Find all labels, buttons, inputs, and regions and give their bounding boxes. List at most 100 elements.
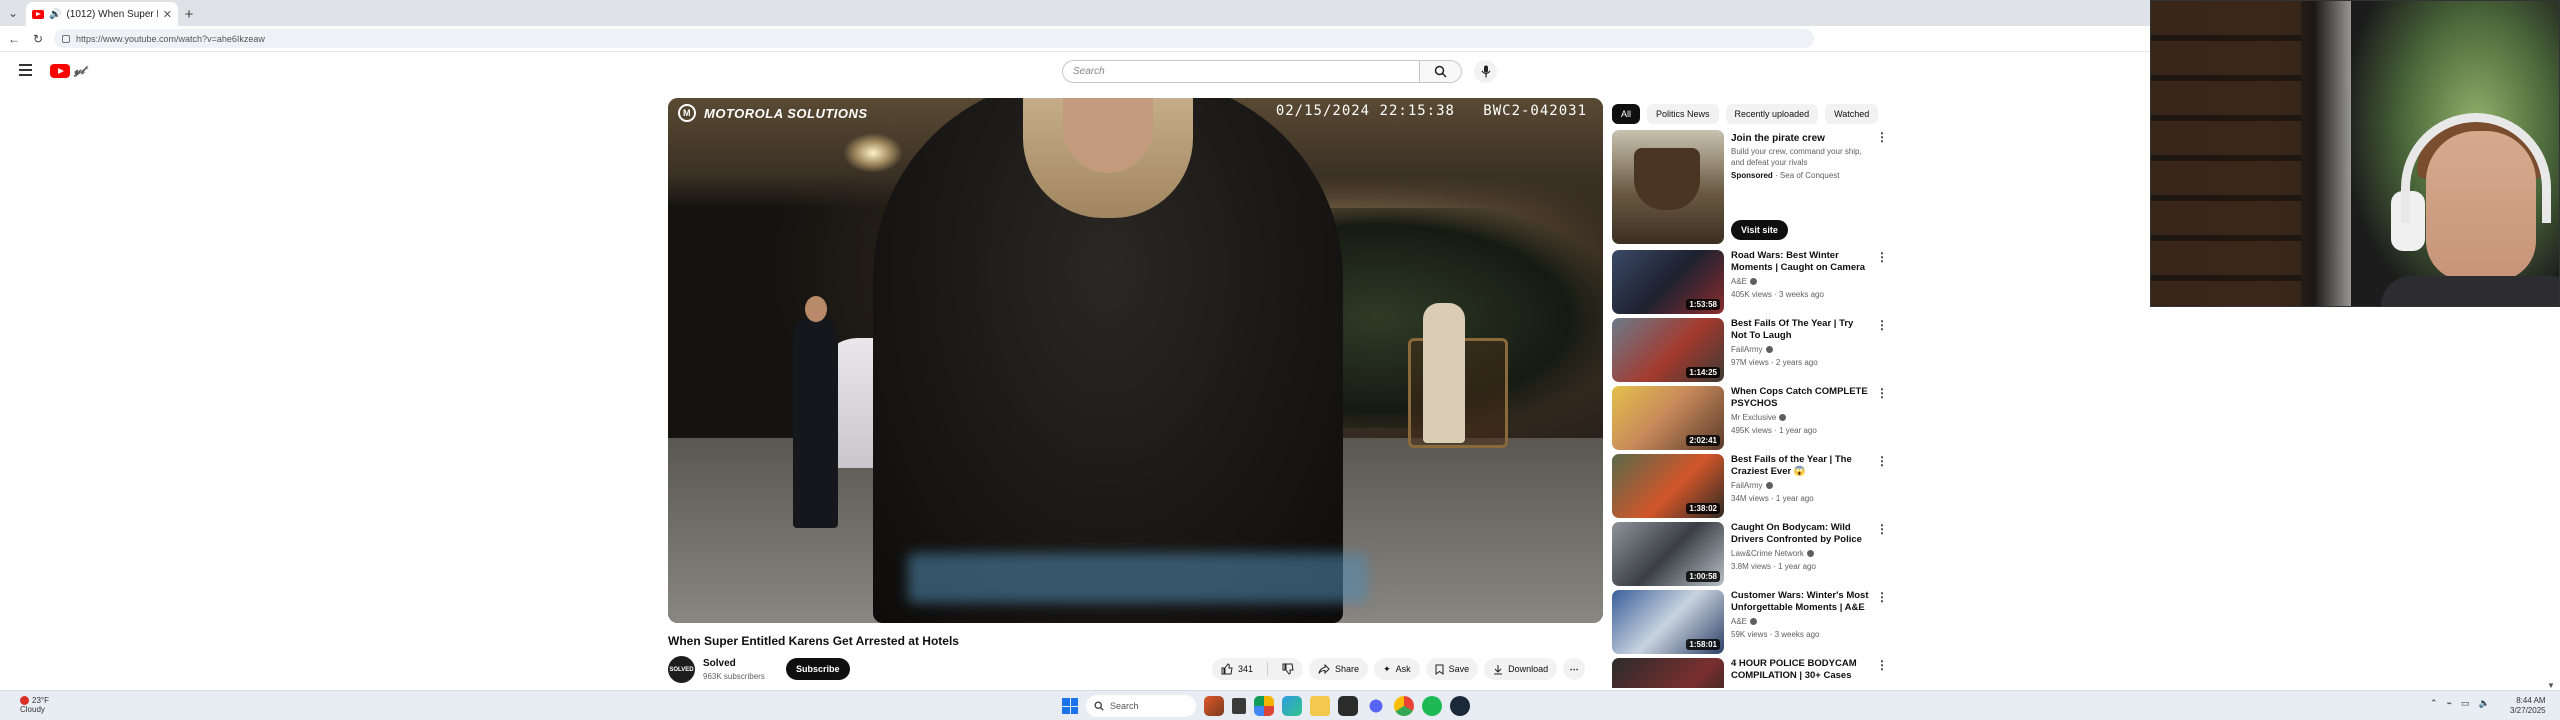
pirate-ship-image — [1634, 148, 1700, 210]
taskbar: 23°F Cloudy Search ⌃ ⌁ ▭ 🔈 8:44 AM 3/27/… — [0, 690, 2560, 720]
steam-icon[interactable] — [1450, 696, 1470, 716]
save-label: Save — [1448, 664, 1470, 674]
more-vert-icon[interactable]: ⋮ — [1876, 523, 1888, 535]
more-actions-button[interactable]: ⋯ — [1563, 658, 1586, 680]
chip-watched[interactable]: Watched — [1825, 104, 1879, 124]
video-channel[interactable]: A&E — [1731, 617, 1758, 626]
scroll-down-arrow-icon[interactable]: ▼ — [2547, 681, 2555, 690]
app-icon[interactable] — [1204, 696, 1224, 716]
recommended-video[interactable]: 1:14:25 Best Fails Of The Year | Try Not… — [1612, 318, 1892, 382]
video-title[interactable]: Caught On Bodycam: Wild Drivers Confront… — [1731, 522, 1871, 546]
usb-icon[interactable]: ⌁ — [2447, 698, 2452, 709]
clock[interactable]: 8:44 AM 3/27/2025 — [2510, 696, 2546, 716]
download-button[interactable]: Download — [1484, 658, 1558, 680]
video-player[interactable]: M MOTOROLA SOLUTIONS 02/15/2024 22:15:38… — [668, 98, 1603, 623]
reload-icon[interactable]: ↻ — [30, 31, 46, 47]
video-channel[interactable]: FailArmy — [1731, 345, 1773, 354]
video-meta: 495K views · 1 year ago — [1731, 426, 1817, 435]
more-vert-icon[interactable]: ⋮ — [1876, 387, 1888, 399]
video-title[interactable]: When Cops Catch COMPLETE PSYCHOS — [1731, 386, 1871, 410]
ask-button[interactable]: ✦ Ask — [1374, 658, 1420, 680]
weather-alert-icon — [20, 696, 29, 706]
video-thumbnail[interactable]: 1:14:25 — [1612, 318, 1724, 382]
chip-politics-news[interactable]: Politics News — [1647, 104, 1719, 124]
store-icon[interactable] — [1338, 696, 1358, 716]
video-channel[interactable]: Law&Crime Network — [1731, 549, 1814, 558]
dislike-button[interactable] — [1273, 658, 1303, 680]
video-thumbnail[interactable]: 1:53:58 — [1612, 250, 1724, 314]
recommended-video[interactable]: 1:00:58 Caught On Bodycam: Wild Drivers … — [1612, 522, 1892, 586]
menu-icon[interactable] — [19, 64, 32, 76]
channel-avatar[interactable]: SOLVED — [668, 656, 695, 683]
channel-name[interactable]: Solved — [703, 658, 736, 669]
close-tab-icon[interactable]: ✕ — [163, 8, 172, 21]
video-thumbnail[interactable] — [1612, 658, 1724, 688]
copilot-icon[interactable] — [1254, 696, 1274, 716]
more-vert-icon[interactable]: ⋮ — [1876, 455, 1888, 467]
recommended-video[interactable]: 1:58:01 Customer Wars: Winter's Most Unf… — [1612, 590, 1892, 654]
video-thumbnail[interactable]: 1:38:02 — [1612, 454, 1724, 518]
weather-widget[interactable]: 23°F Cloudy — [20, 696, 49, 714]
taskbar-search-label: Search — [1110, 701, 1139, 711]
video-title[interactable]: Best Fails Of The Year | Try Not To Laug… — [1731, 318, 1871, 342]
ad-title[interactable]: Join the pirate crew — [1731, 133, 1825, 144]
share-button[interactable]: Share — [1309, 658, 1369, 680]
like-dislike-group: 341 — [1212, 658, 1304, 680]
file-explorer-icon[interactable] — [1310, 696, 1330, 716]
like-count: 341 — [1238, 664, 1254, 674]
like-button[interactable]: 341 — [1212, 658, 1262, 680]
video-title[interactable]: Road Wars: Best Winter Moments | Caught … — [1731, 250, 1871, 274]
webcam-overlay — [2150, 0, 2560, 307]
more-vert-icon[interactable]: ⋮ — [1876, 319, 1888, 331]
video-title[interactable]: Best Fails of the Year | The Craziest Ev… — [1731, 454, 1871, 478]
ad-thumbnail[interactable] — [1612, 130, 1724, 244]
network-icon[interactable]: ▭ — [2461, 698, 2470, 709]
video-title[interactable]: Customer Wars: Winter's Most Unforgettab… — [1731, 590, 1871, 614]
subscribe-button[interactable]: Subscribe — [786, 658, 850, 680]
speaker-icon[interactable]: 🔊 — [49, 9, 61, 20]
subscriber-count: 963K subscribers — [703, 672, 765, 681]
recommended-video[interactable]: 2:02:41 When Cops Catch COMPLETE PSYCHOS… — [1612, 386, 1892, 450]
chip-all[interactable]: All — [1612, 104, 1641, 124]
volume-icon[interactable]: 🔈 — [2478, 698, 2489, 709]
video-thumbnail[interactable]: 2:02:41 — [1612, 386, 1724, 450]
video-title[interactable]: 4 HOUR POLICE BODYCAM COMPILATION | 30+ … — [1731, 658, 1871, 682]
video-channel[interactable]: Mr Exclusive — [1731, 413, 1787, 422]
tray-chevron-icon[interactable]: ⌃ — [2430, 698, 2438, 709]
recommended-video[interactable]: 1:53:58 Road Wars: Best Winter Moments |… — [1612, 250, 1892, 314]
edge-browser-icon[interactable] — [1282, 696, 1302, 716]
sponsored-ad[interactable]: Join the pirate crew Build your crew, co… — [1612, 130, 1892, 244]
spotify-icon[interactable] — [1422, 696, 1442, 716]
visit-site-button[interactable]: Visit site — [1731, 220, 1788, 240]
chip-recently-uploaded[interactable]: Recently uploaded — [1725, 104, 1819, 124]
windows-start-icon[interactable] — [1062, 698, 1078, 714]
recommended-video[interactable]: 4 HOUR POLICE BODYCAM COMPILATION | 30+ … — [1612, 658, 1892, 688]
more-vert-icon[interactable]: ⋮ — [1876, 591, 1888, 603]
voice-search-button[interactable] — [1474, 60, 1497, 83]
tab-search-icon[interactable]: ⌄ — [0, 0, 26, 26]
video-channel[interactable]: A&E — [1731, 277, 1758, 286]
youtube-logo[interactable]: 𝓎𝓉 — [50, 63, 85, 78]
search-input[interactable]: Search — [1062, 60, 1420, 83]
browser-tab[interactable]: 🔊 (1012) When Super Entitled K ✕ — [26, 2, 178, 26]
save-button[interactable]: Save — [1425, 658, 1479, 680]
video-channel[interactable]: FailArmy — [1731, 481, 1773, 490]
address-bar[interactable]: https://www.youtube.com/watch?v=ahe6Ikze… — [54, 29, 1814, 48]
recommended-video[interactable]: 1:38:02 Best Fails of the Year | The Cra… — [1612, 454, 1892, 518]
new-tab-button[interactable]: + — [178, 2, 200, 26]
video-thumbnail[interactable]: 1:58:01 — [1612, 590, 1724, 654]
search-icon — [1434, 65, 1447, 78]
more-vert-icon[interactable]: ⋮ — [1876, 131, 1888, 143]
back-arrow-icon[interactable]: ← — [6, 31, 22, 47]
video-thumbnail[interactable]: 1:00:58 — [1612, 522, 1724, 586]
more-vert-icon[interactable]: ⋮ — [1876, 659, 1888, 671]
more-vert-icon[interactable]: ⋮ — [1876, 251, 1888, 263]
ask-label: Ask — [1395, 664, 1411, 674]
taskbar-search[interactable]: Search — [1086, 695, 1196, 717]
divider — [1267, 662, 1269, 676]
chrome-icon[interactable] — [1394, 696, 1414, 716]
search-button[interactable] — [1420, 60, 1462, 83]
page-scrollbar[interactable]: ▼ — [2546, 310, 2556, 690]
discord-icon[interactable] — [1366, 696, 1386, 716]
task-view-icon[interactable] — [1232, 698, 1246, 714]
